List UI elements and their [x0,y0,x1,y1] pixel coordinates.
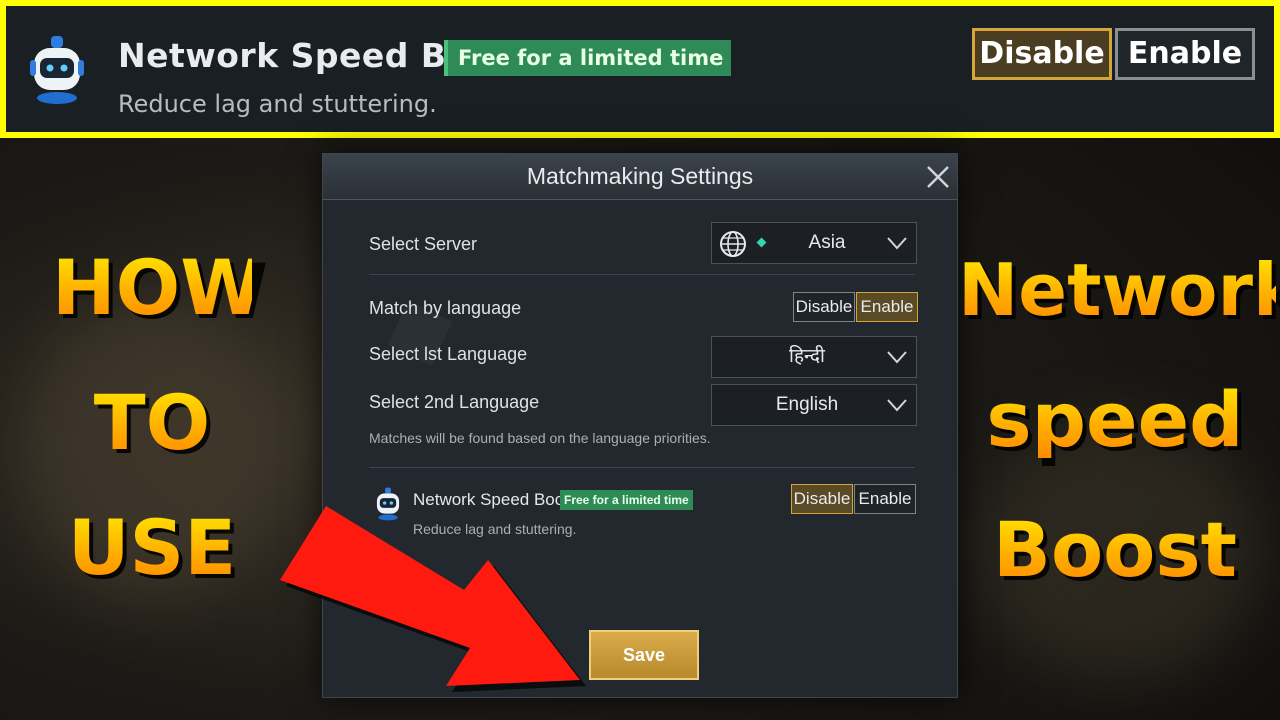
chevron-down-icon [887,351,907,364]
network-boost-enable-button[interactable]: Enable [854,484,916,514]
second-language-value: English [775,394,839,415]
dialog-title: Matchmaking Settings [526,163,754,189]
overlay-left-line: TO [52,385,252,461]
match-language-enable-button[interactable]: Enable [856,292,918,322]
chevron-down-icon [887,399,907,412]
server-select[interactable]: Asia [711,222,917,264]
server-label: Select Server [369,234,478,254]
overlay-right-line: Network [958,248,1280,332]
overlay-left-line: HOW [52,243,265,332]
close-icon[interactable] [925,164,951,190]
language-hint: Matches will be found based on the langu… [369,430,711,446]
save-button[interactable]: Save [589,630,699,680]
network-speed-boost-banner: Network Speed Boost Free for a limited t… [0,0,1280,138]
pointer-arrow [280,506,586,692]
robot-icon [30,36,84,104]
divider [369,274,915,275]
second-language-select[interactable]: English [711,384,917,426]
match-language-disable-button[interactable]: Disable [793,292,855,322]
banner-disable-button[interactable]: Disable [972,28,1112,80]
chevron-down-icon [887,237,907,250]
overlay-right-line: speed [970,382,1260,458]
first-language-select[interactable]: हिन्दी [711,336,917,378]
banner-enable-button[interactable]: Enable [1115,28,1255,80]
free-tag: Free for a limited time [444,40,732,76]
banner-subtitle: Reduce lag and stuttering. [118,90,437,118]
second-language-label: Select 2nd Language [369,392,540,412]
watermark: ◆ [367,265,468,387]
first-language-value: हिन्दी [789,346,825,367]
divider [369,467,915,468]
match-by-language-label: Match by language [369,298,522,318]
dialog-header: Matchmaking Settings [323,154,957,200]
overlay-right-line: Boost [970,512,1260,588]
network-boost-disable-button[interactable]: Disable [791,484,853,514]
overlay-left-line: USE [52,510,252,586]
first-language-label: Select lst Language [369,344,528,364]
